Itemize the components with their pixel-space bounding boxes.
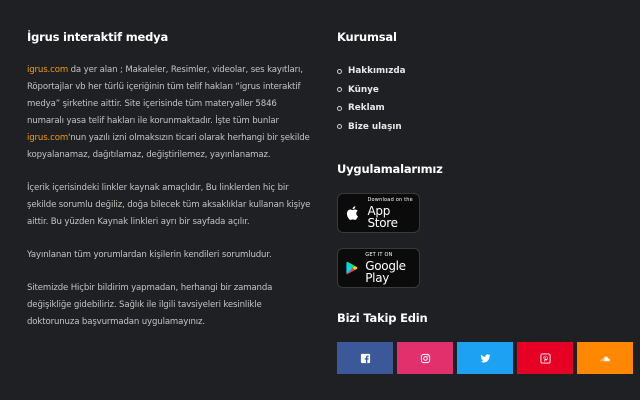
bullet-icon bbox=[337, 105, 342, 111]
pinterest-button[interactable] bbox=[517, 342, 573, 374]
google-play-icon bbox=[346, 261, 358, 275]
google-play-big-text: Google Play bbox=[365, 258, 406, 285]
facebook-icon bbox=[360, 353, 370, 363]
twitter-icon bbox=[479, 353, 491, 362]
igrus-link[interactable]: igrus.com bbox=[27, 65, 68, 75]
copyright-text-1: da yer alan ; Makaleler, Resimler, video… bbox=[27, 65, 303, 126]
link-contact[interactable]: Bize ulaşın bbox=[337, 118, 637, 137]
link-about-us[interactable]: Hakkımızda bbox=[337, 62, 637, 81]
igrus-link-2[interactable]: igrus.com bbox=[27, 133, 68, 143]
links-disclaimer-paragraph: İçerik içerisindeki linkler kaynak amaçl… bbox=[27, 183, 311, 227]
social-buttons bbox=[337, 342, 637, 374]
app-store-big-text: App Store bbox=[367, 203, 398, 230]
link-advertising[interactable]: Reklam bbox=[337, 99, 637, 118]
apple-icon bbox=[346, 206, 358, 220]
about-title: İgrus interaktif medya bbox=[27, 30, 169, 44]
pinterest-icon bbox=[539, 352, 551, 364]
copyright-paragraph: igrus.com da yer alan ; Makaleler, Resim… bbox=[27, 62, 315, 164]
instagram-button[interactable] bbox=[397, 342, 453, 374]
corporate-links: Hakkımızda Künye Reklam Bize ulaşın bbox=[337, 62, 637, 136]
soundcloud-button[interactable] bbox=[577, 342, 633, 374]
instagram-icon bbox=[420, 353, 430, 363]
comments-disclaimer-paragraph: Yayınlanan tüm yorumlardan kişilerin ken… bbox=[27, 250, 272, 260]
link-imprint[interactable]: Künye bbox=[337, 81, 637, 100]
google-play-button[interactable]: GET IT ON Google Play bbox=[337, 248, 420, 288]
bullet-icon bbox=[337, 68, 342, 74]
twitter-button[interactable] bbox=[457, 342, 513, 374]
about-section: İgrus interaktif medya igrus.com da yer … bbox=[27, 30, 315, 331]
changes-disclaimer-paragraph: Sitemizde Hiçbir bildirim yapmadan, herh… bbox=[27, 283, 273, 327]
facebook-button[interactable] bbox=[337, 342, 393, 374]
google-play-small-text: GET IT ON bbox=[365, 251, 393, 258]
app-store-small-text: Download on the bbox=[367, 196, 413, 203]
corporate-title: Kurumsal bbox=[337, 30, 397, 44]
soundcloud-icon bbox=[600, 355, 610, 361]
bullet-icon bbox=[337, 87, 342, 93]
bullet-icon bbox=[337, 124, 342, 130]
sidebar-section: Kurumsal Hakkımızda Künye Reklam Bize ul… bbox=[337, 30, 637, 374]
follow-title: Bizi Takip Edin bbox=[337, 311, 428, 325]
copyright-text-2: 'nun yazılı izni olmaksızın ticari olara… bbox=[27, 133, 310, 160]
apps-title: Uygulamalarımız bbox=[337, 162, 443, 176]
app-store-button[interactable]: Download on the App Store bbox=[337, 193, 420, 233]
